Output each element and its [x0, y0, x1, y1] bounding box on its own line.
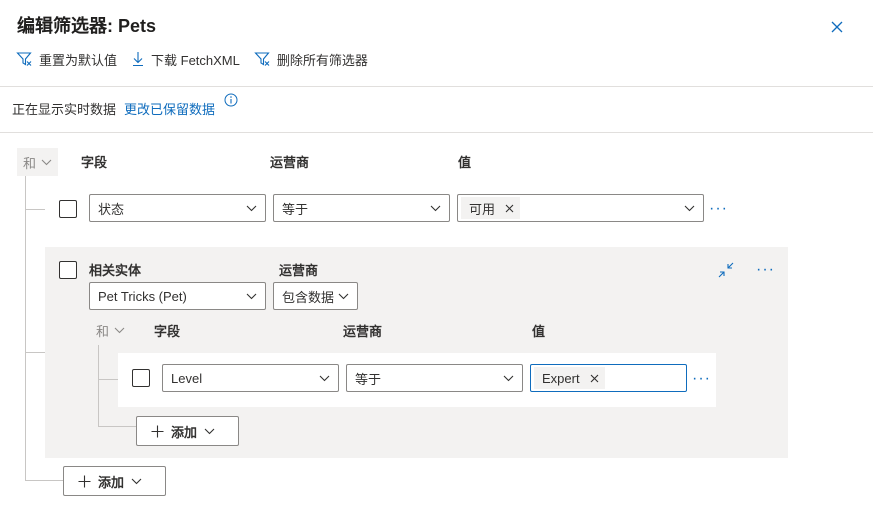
- column-header-value: 值: [458, 155, 472, 170]
- chevron-down-icon: [131, 478, 142, 484]
- inner-column-header-operator: 运营商: [343, 324, 383, 339]
- reset-default-button[interactable]: 重置为默认值: [16, 50, 117, 69]
- data-status-bar: 正在显示实时数据 更改已保留数据: [12, 99, 215, 118]
- chevron-down-icon: [338, 293, 349, 299]
- field-value: 状态: [98, 201, 125, 217]
- entity-operator-dropdown[interactable]: 包含数据: [273, 282, 358, 310]
- inner-operator-dropdown[interactable]: 等于: [346, 364, 523, 392]
- download-fetchxml-button[interactable]: 下载 FetchXML: [131, 50, 240, 69]
- add-button[interactable]: 添加: [63, 466, 166, 496]
- group-operator-label: 运营商: [279, 263, 319, 278]
- group-more-options-button[interactable]: ···: [756, 262, 775, 278]
- tree-connector: [25, 176, 26, 481]
- divider: [0, 86, 873, 87]
- and-label: 和: [23, 155, 37, 171]
- tree-connector: [98, 345, 99, 426]
- inner-value-tag-label: Expert: [542, 370, 580, 386]
- group-select-checkbox[interactable]: [59, 261, 77, 279]
- tree-connector: [98, 379, 118, 380]
- inner-and-label: 和: [96, 323, 110, 339]
- inner-add-label: 添加: [171, 424, 198, 440]
- column-header-field: 字段: [81, 155, 108, 170]
- value-dropdown[interactable]: 可用: [457, 194, 704, 222]
- inner-field-value: Level: [171, 370, 203, 386]
- close-icon: [831, 21, 843, 33]
- close-icon: [505, 204, 514, 212]
- plus-icon: [151, 425, 164, 437]
- inner-operator-value: 等于: [355, 371, 382, 387]
- tree-connector: [25, 480, 63, 481]
- column-header-operator: 运营商: [270, 155, 310, 170]
- operator-dropdown[interactable]: 等于: [273, 194, 450, 222]
- reset-default-label: 重置为默认值: [39, 52, 118, 68]
- chevron-down-icon: [430, 205, 441, 211]
- collapse-icon[interactable]: [718, 262, 734, 278]
- remove-tag-button[interactable]: [590, 374, 599, 383]
- chevron-down-icon: [41, 159, 52, 165]
- inner-column-header-value: 值: [532, 324, 546, 339]
- close-icon: [590, 374, 598, 382]
- add-label: 添加: [98, 474, 125, 490]
- divider: [0, 132, 873, 133]
- delete-all-filters-label: 删除所有筛选器: [276, 52, 368, 68]
- row-select-checkbox[interactable]: [59, 200, 77, 218]
- page-title: 编辑筛选器: Pets: [17, 16, 157, 36]
- related-entity-dropdown[interactable]: Pet Tricks (Pet): [89, 282, 266, 310]
- inner-column-header-field: 字段: [154, 324, 181, 339]
- tree-connector: [25, 352, 45, 353]
- inner-add-button[interactable]: 添加: [136, 416, 239, 446]
- related-entity-value: Pet Tricks (Pet): [98, 288, 187, 304]
- remove-tag-button[interactable]: [505, 204, 514, 213]
- chevron-down-icon: [114, 327, 125, 333]
- inner-row-select-checkbox[interactable]: [132, 369, 150, 387]
- entity-operator-value: 包含数据: [282, 289, 335, 305]
- delete-all-filters-button[interactable]: 删除所有筛选器: [254, 50, 368, 69]
- chevron-down-icon: [246, 293, 257, 299]
- inner-value-tag: Expert: [534, 367, 605, 389]
- change-retained-data-link[interactable]: 更改已保留数据: [124, 99, 215, 118]
- chevron-down-icon: [684, 205, 695, 211]
- inner-field-dropdown[interactable]: Level: [162, 364, 339, 392]
- download-fetchxml-label: 下载 FetchXML: [151, 52, 240, 68]
- chevron-down-icon: [503, 375, 514, 381]
- inner-row-more-options-button[interactable]: ···: [692, 371, 711, 387]
- and-operator-dropdown[interactable]: 和: [17, 148, 59, 176]
- value-tag-label: 可用: [469, 201, 496, 217]
- inner-and-operator-dropdown[interactable]: 和: [90, 316, 131, 344]
- related-entity-label: 相关实体: [89, 263, 142, 278]
- operator-value: 等于: [282, 201, 309, 217]
- chevron-down-icon: [246, 205, 257, 211]
- live-data-text: 正在显示实时数据: [12, 102, 117, 117]
- download-icon: [133, 52, 144, 67]
- field-dropdown[interactable]: 状态: [89, 194, 266, 222]
- value-tag: 可用: [461, 197, 521, 219]
- tree-connector: [25, 209, 45, 210]
- close-button[interactable]: [826, 16, 848, 38]
- chevron-down-icon: [204, 428, 215, 434]
- chevron-down-icon: [319, 375, 330, 381]
- row-more-options-button[interactable]: ···: [709, 201, 728, 217]
- tree-connector: [98, 426, 136, 427]
- plus-icon: [78, 475, 91, 487]
- toolbar: 重置为默认值 下载 FetchXML 删除所有筛选器: [16, 48, 368, 70]
- inner-value-input[interactable]: Expert: [530, 364, 687, 392]
- info-icon[interactable]: [224, 93, 238, 107]
- filter-reset-icon: [16, 52, 32, 66]
- filter-delete-icon: [254, 52, 270, 66]
